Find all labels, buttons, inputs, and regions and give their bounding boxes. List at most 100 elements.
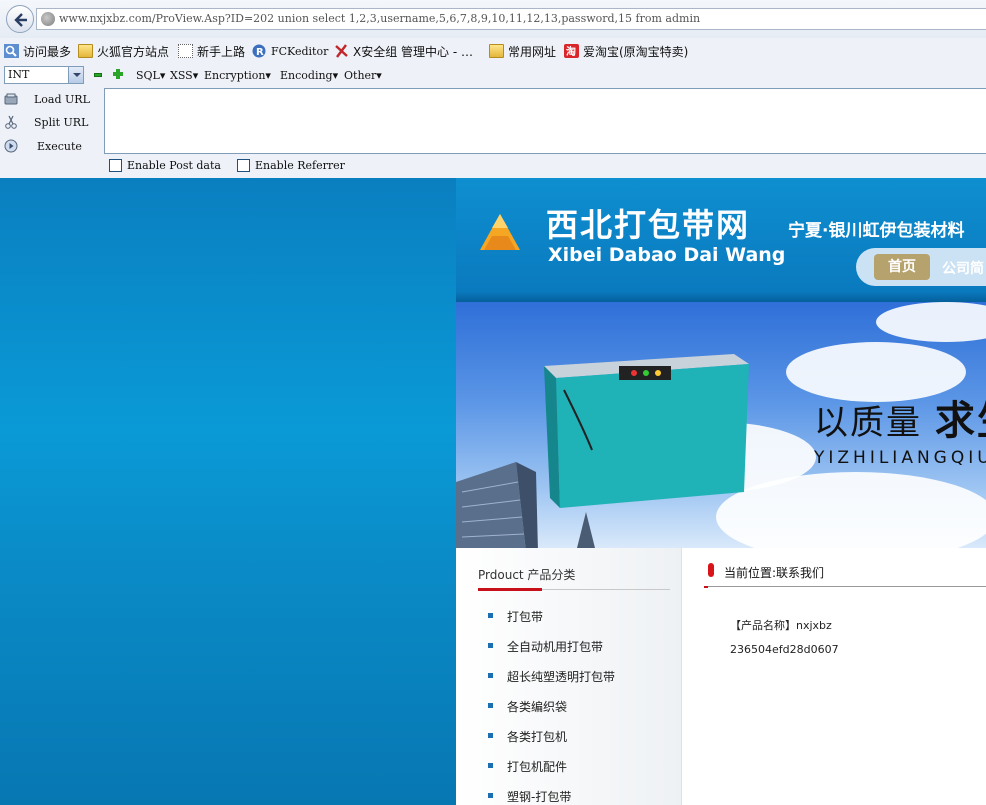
bookmark-label: FCKeditor <box>271 44 329 58</box>
type-select[interactable]: INT <box>4 66 84 84</box>
hackbar-panel: Load URL Split URL Execute Enable Post d… <box>0 88 986 178</box>
svg-text:淘: 淘 <box>566 45 576 58</box>
enable-post-data-label: Enable Post data <box>127 159 221 172</box>
bookmark-label: X安全组 管理中心 - … <box>353 44 473 59</box>
back-button[interactable] <box>6 5 34 33</box>
play-icon <box>4 139 18 153</box>
load-url-button[interactable]: Load URL <box>4 90 100 110</box>
hackbar-toolbar: INT SQL▾ XSS▾ Encryption▾ Encoding▾ Othe… <box>0 63 986 87</box>
type-select-value: INT <box>8 68 30 81</box>
banner-slogan-en: YIZHILIANGQIU <box>814 448 986 468</box>
globe-icon <box>41 12 55 26</box>
bullet-icon <box>488 733 493 738</box>
taobao-icon: 淘 <box>564 44 579 58</box>
breadcrumb-divider-accent <box>704 586 708 588</box>
x-icon <box>335 44 348 58</box>
category-divider-accent <box>478 588 542 591</box>
banner-slogan-cn: 以质量 求生 <box>814 388 986 446</box>
nav-home[interactable]: 首页 <box>874 254 930 280</box>
menu-other[interactable]: Other▾ <box>344 69 382 82</box>
bullet-icon <box>488 673 493 678</box>
bookmark-label: 爱淘宝(原淘宝特卖) <box>583 44 689 59</box>
bookmark-taobao[interactable]: 淘 爱淘宝(原淘宝特卖) <box>564 42 688 60</box>
fckeditor-icon: R <box>252 44 266 58</box>
banner-slogan-bold: 求生 <box>934 398 986 444</box>
bookmark-label: 常用网址 <box>508 44 557 59</box>
folder-icon <box>78 44 93 58</box>
navigation-bar: www.nxjxbz.com/ProView.Asp?ID=202 union … <box>0 0 986 38</box>
enable-post-data-checkbox[interactable]: Enable Post data <box>109 159 221 172</box>
logo-triangle-icon <box>480 214 520 250</box>
url-text[interactable]: www.nxjxbz.com/ProView.Asp?ID=202 union … <box>59 12 700 25</box>
bookmark-getting-started[interactable]: 新手上路 <box>178 42 245 60</box>
enable-referrer-label: Enable Referrer <box>255 159 345 172</box>
dotted-page-icon <box>178 44 193 58</box>
url-bar[interactable]: www.nxjxbz.com/ProView.Asp?ID=202 union … <box>36 8 986 30</box>
category-label: 全自动机用打包带 <box>507 640 604 654</box>
browser-chrome: www.nxjxbz.com/ProView.Asp?ID=202 union … <box>0 0 986 178</box>
main-content: 当前位置:联系我们 【产品名称】nxjxbz 236504efd28d0607 <box>682 548 986 805</box>
bookmark-common-sites[interactable]: 常用网址 <box>489 42 556 60</box>
url-textarea[interactable] <box>104 88 986 154</box>
bookmark-label: 访问最多 <box>23 44 72 59</box>
category-label: 各类编织袋 <box>507 700 568 714</box>
nav-about[interactable]: 公司简 <box>942 258 984 278</box>
menu-encryption[interactable]: Encryption▾ <box>204 69 271 82</box>
menu-xss[interactable]: XSS▾ <box>170 69 198 82</box>
web-page: 西北打包带网 Xibei Dabao Dai Wang 宁夏·银川虹伊包装材料 … <box>0 178 986 805</box>
load-url-icon <box>4 93 18 105</box>
bookmark-label: 火狐官方站点 <box>97 44 170 59</box>
logo-subtitle: Xibei Dabao Dai Wang <box>548 244 786 266</box>
category-label: 打包带 <box>507 610 544 624</box>
category-label: 塑钢-打包带 <box>507 790 572 804</box>
site-header: 西北打包带网 Xibei Dabao Dai Wang 宁夏·银川虹伊包装材料 … <box>456 178 986 302</box>
scissors-icon <box>5 115 17 129</box>
svg-text:R: R <box>256 47 264 58</box>
location-marker-icon <box>708 563 714 577</box>
bullet-icon <box>488 763 493 768</box>
bookmarks-toolbar: 访问最多 火狐官方站点 新手上路 R FCKeditor X安全组 管理中心 -… <box>0 38 986 62</box>
category-label: 超长纯塑透明打包带 <box>507 670 616 684</box>
product-category-sidebar: Prdouct 产品分类 打包带 全自动机用打包带 超长纯塑透明打包带 各类编织… <box>456 548 682 805</box>
enable-referrer-checkbox[interactable]: Enable Referrer <box>237 159 345 172</box>
category-title: Prdouct 产品分类 <box>478 568 576 582</box>
bookmark-fckeditor[interactable]: R FCKeditor <box>252 42 328 60</box>
product-name: 【产品名称】nxjxbz <box>730 619 832 632</box>
strapping-machine-icon <box>544 354 749 508</box>
bookmark-x-security[interactable]: X安全组 管理中心 - … <box>334 42 473 60</box>
bullet-icon <box>488 703 493 708</box>
bookmark-most-visited[interactable]: 访问最多 <box>4 42 71 60</box>
banner-slogan-light: 以质量 <box>814 403 922 443</box>
main-nav: 首页 公司简 <box>856 248 986 286</box>
execute-button[interactable]: Execute <box>4 137 100 157</box>
plus-icon[interactable] <box>113 69 123 79</box>
cloud <box>876 302 986 342</box>
site-container: 西北打包带网 Xibei Dabao Dai Wang 宁夏·银川虹伊包装材料 … <box>456 178 986 805</box>
menu-encoding[interactable]: Encoding▾ <box>280 69 338 82</box>
hero-banner: 以质量 求生 YIZHILIANGQIU <box>456 302 986 548</box>
logo-slogan: 宁夏·银川虹伊包装材料 <box>788 221 965 241</box>
search-icon <box>4 44 19 58</box>
breadcrumb-divider <box>704 586 986 587</box>
logo-title: 西北打包带网 <box>546 206 751 244</box>
folder-icon <box>489 44 504 58</box>
category-label: 各类打包机 <box>507 730 568 744</box>
bullet-icon <box>488 793 493 798</box>
back-arrow-icon <box>14 13 27 27</box>
bullet-icon <box>488 613 493 618</box>
product-detail: 236504efd28d0607 <box>730 643 839 656</box>
chevron-down-icon <box>68 67 83 83</box>
minus-icon[interactable] <box>94 73 102 77</box>
header-divider <box>456 292 986 302</box>
checkbox-box[interactable] <box>109 159 122 172</box>
breadcrumb: 当前位置:联系我们 <box>724 566 825 580</box>
split-url-button[interactable]: Split URL <box>4 113 100 133</box>
execute-label: Execute <box>37 140 82 153</box>
split-url-label: Split URL <box>34 116 89 129</box>
bookmark-label: 新手上路 <box>197 44 246 59</box>
checkbox-box[interactable] <box>237 159 250 172</box>
category-label: 打包机配件 <box>507 760 568 774</box>
menu-sql[interactable]: SQL▾ <box>136 69 165 82</box>
bullet-icon <box>488 643 493 648</box>
bookmark-firefox-site[interactable]: 火狐官方站点 <box>78 42 169 60</box>
